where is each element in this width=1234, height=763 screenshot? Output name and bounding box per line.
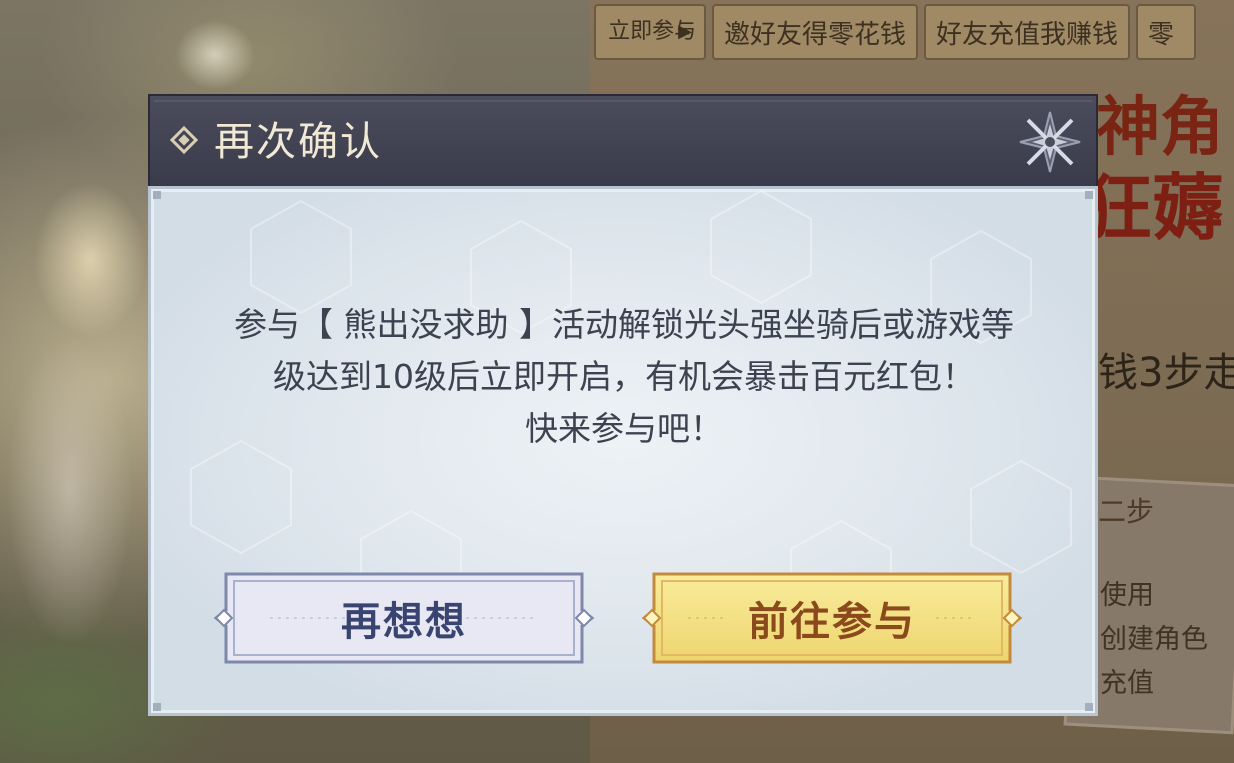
close-star-icon	[1019, 111, 1081, 173]
play-arrow-icon: ▶	[678, 21, 692, 42]
event-banner-text: 神角 狂薅	[1080, 88, 1224, 248]
banner-line-2: 狂薅	[1079, 166, 1224, 250]
step-card-line: 使用	[1100, 580, 1154, 611]
step-card-line: 充值	[1100, 668, 1154, 699]
dialog-title: 再次确认	[214, 119, 382, 165]
tab-invite-friends[interactable]: 邀好友得零花钱	[712, 4, 919, 60]
confirm-button-label: 前往参与	[748, 599, 916, 645]
corner-ornament	[1085, 191, 1093, 199]
creature-art	[175, 20, 255, 90]
step-card-title: 二步	[1098, 495, 1155, 528]
dialog-message: 参与【 熊出没求助 】活动解锁光头强坐骑后或游戏等 级达到10级后立即开启，有机…	[181, 299, 1067, 455]
corner-ornament	[1085, 703, 1093, 711]
message-line: 快来参与吧！	[525, 409, 723, 448]
tab-more[interactable]: 零	[1136, 4, 1197, 60]
dialog-header: 再次确认	[148, 94, 1098, 186]
corner-ornament	[153, 703, 161, 711]
close-button[interactable]	[1018, 110, 1082, 174]
confirm-dialog: 再次确认 参与【 熊出没求助 】活动解锁光头强坐骑后或游戏等 级达到10级后立即…	[148, 94, 1098, 716]
tab-join-now[interactable]: 立即参与 ▶	[594, 4, 706, 60]
cancel-button[interactable]: 再想想	[210, 568, 598, 668]
step-card-lines: 使用 创建角色 充值	[1100, 574, 1208, 706]
step-card-line: 创建角色	[1100, 624, 1208, 655]
corner-ornament	[153, 191, 161, 199]
banner-line-1: 神角	[1096, 91, 1224, 165]
diamond-icon	[169, 125, 199, 155]
character-art	[0, 110, 160, 710]
event-tabs: 立即参与 ▶ 邀好友得零花钱 好友充值我赚钱 零	[594, 4, 1197, 60]
cancel-button-label: 再想想	[341, 599, 467, 645]
confirm-button[interactable]: 前往参与	[638, 568, 1026, 668]
tab-friend-recharge[interactable]: 好友充值我赚钱	[924, 4, 1131, 60]
message-line: 参与【 熊出没求助 】活动解锁光头强坐骑后或游戏等	[234, 305, 1014, 344]
steps-text: 钱3步走	[1098, 350, 1234, 396]
message-line: 级达到10级后立即开启，有机会暴击百元红包！	[273, 357, 975, 396]
